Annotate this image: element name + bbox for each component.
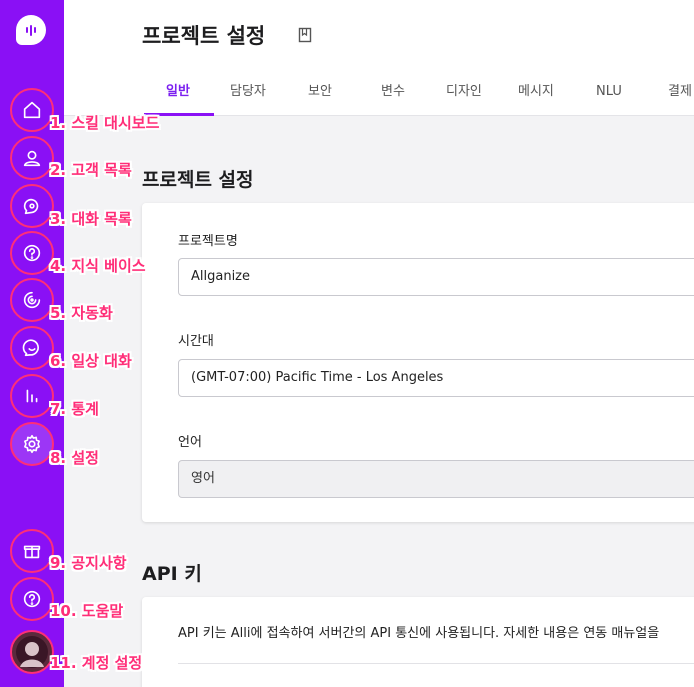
sidebar — [0, 0, 64, 687]
skill-dashboard-icon[interactable] — [10, 88, 54, 132]
help-icon[interactable] — [10, 577, 54, 621]
conversation-list-icon[interactable] — [10, 184, 54, 228]
annotation-label: 6. 일상 대화 — [50, 352, 132, 370]
annotation-label: 7. 통계 — [50, 400, 99, 418]
automation-icon[interactable] — [10, 278, 54, 322]
annotation-label: 4. 지식 베이스 — [50, 257, 146, 275]
annotation-label: 10. 도움말 — [50, 602, 124, 620]
customer-list-icon[interactable] — [10, 136, 54, 180]
divider — [178, 663, 694, 664]
annotation-label: 8. 설정 — [50, 449, 99, 467]
notice-gift-icon[interactable] — [10, 529, 54, 573]
annotation-label: 11. 계정 설정 — [50, 654, 143, 672]
tab-general[interactable]: 일반 — [166, 70, 190, 116]
timezone-select[interactable]: (GMT-07:00) Pacific Time - Los Angeles — [178, 359, 694, 397]
small-talk-icon[interactable] — [10, 326, 54, 370]
api-key-heading: API 키 — [142, 563, 202, 585]
bookmark-icon[interactable] — [298, 27, 312, 43]
tab-managers[interactable]: 담당자 — [230, 70, 266, 116]
annotation-label: 2. 고객 목록 — [50, 161, 132, 179]
annotation-label: 9. 공지사항 — [50, 554, 127, 572]
project-name-label: 프로젝트명 — [178, 234, 238, 249]
knowledge-base-icon[interactable] — [10, 231, 54, 275]
tab-billing[interactable]: 결제 — [668, 70, 692, 116]
annotation-label: 5. 자동화 — [50, 304, 113, 322]
tab-security[interactable]: 보안 — [308, 70, 332, 116]
statistics-icon[interactable] — [10, 374, 54, 418]
project-name-input[interactable]: Allganize — [178, 258, 694, 296]
api-key-card: API 키는 Alli에 접속하여 서버간의 API 통신에 사용됩니다. 자세… — [142, 597, 694, 687]
annotation-label: 3. 대화 목록 — [50, 210, 132, 228]
annotation-label: 1. 스킬 대시보드 — [50, 114, 160, 132]
project-settings-heading: 프로젝트 설정 — [142, 169, 254, 191]
page-header: 프로젝트 설정 일반 담당자 보안 변수 디자인 메시지 NLU 결제 — [64, 0, 694, 116]
tab-design[interactable]: 디자인 — [446, 70, 482, 116]
tab-nlu[interactable]: NLU — [596, 70, 622, 116]
account-avatar[interactable] — [10, 630, 54, 674]
page-title: 프로젝트 설정 — [142, 24, 266, 48]
project-settings-card: 프로젝트명 Allganize 시간대 (GMT-07:00) Pacific … — [142, 203, 694, 522]
api-key-description: API 키는 Alli에 접속하여 서버간의 API 통신에 사용됩니다. 자세… — [178, 626, 660, 641]
tab-variables[interactable]: 변수 — [381, 70, 405, 116]
settings-gear-icon[interactable] — [10, 422, 54, 466]
language-label: 언어 — [178, 435, 202, 450]
alli-logo-icon[interactable] — [16, 15, 46, 45]
tab-messages[interactable]: 메시지 — [518, 70, 554, 116]
language-field: 영어 — [178, 460, 694, 498]
timezone-label: 시간대 — [178, 334, 214, 349]
